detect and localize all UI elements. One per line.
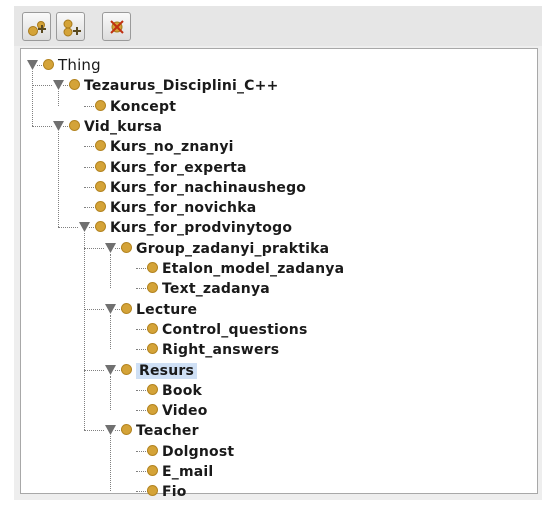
class-icon xyxy=(147,262,158,273)
tree-connector xyxy=(84,430,104,432)
tree-node[interactable]: Kurs_for_experta xyxy=(95,157,247,177)
tree-node-label: Video xyxy=(162,403,208,420)
tree-node-label: Group_zadanyi_praktika xyxy=(136,240,330,257)
collapse-toggle-icon[interactable] xyxy=(53,120,65,132)
tree-node-label: Vid_kursa xyxy=(84,118,163,135)
tree-connector xyxy=(32,125,52,127)
tree-node[interactable]: Kurs_for_prodvinytogo xyxy=(95,217,292,237)
tree-node[interactable]: Koncept xyxy=(95,96,176,116)
tree-node-label: Resurs xyxy=(136,362,198,379)
tree-node[interactable]: Vid_kursa xyxy=(69,116,162,136)
tree-connector xyxy=(32,85,52,87)
tree-node-label: Kurs_for_novichka xyxy=(110,200,257,217)
class-icon xyxy=(147,282,158,294)
tree-node[interactable]: Teacher xyxy=(121,420,199,440)
class-icon xyxy=(147,404,158,416)
tree-node[interactable]: Etalon_model_zadanya xyxy=(147,258,344,278)
tree-connector xyxy=(58,227,78,229)
tree-node-label: Kurs_for_experta xyxy=(110,159,247,176)
tree-guide-line xyxy=(84,233,85,431)
class-tree-panel: Thing Tezaurus_Disciplini_C++ Koncept Vid_k… xyxy=(20,48,538,500)
class-icon xyxy=(69,119,80,131)
class-icon xyxy=(121,241,132,253)
class-icon xyxy=(147,485,158,497)
tree-node-label: E_mail xyxy=(162,464,214,480)
collapse-toggle-icon[interactable] xyxy=(105,424,117,436)
class-tree: Thing Tezaurus_Disciplini_C++ Koncept Vid_k… xyxy=(21,49,537,500)
add-sibling-button[interactable] xyxy=(56,12,85,41)
tree-guide-line xyxy=(32,71,33,126)
tree-node-label: Book xyxy=(162,382,203,399)
tree-guide-line xyxy=(110,375,111,411)
tree-node[interactable]: Group_zadanyi_praktika xyxy=(121,238,329,258)
class-icon xyxy=(43,59,54,70)
class-icon xyxy=(147,383,158,395)
tree-connector xyxy=(84,308,104,310)
tree-node-label: Kurs_for_prodvinytogo xyxy=(110,220,293,237)
collapse-toggle-icon[interactable] xyxy=(27,59,39,71)
tree-guide-line xyxy=(110,314,111,350)
class-icon xyxy=(95,160,106,172)
tree-node-label: Lecture xyxy=(136,301,198,318)
tree-connector xyxy=(84,369,104,371)
tree-node[interactable]: Right_answers xyxy=(147,339,279,359)
class-icon xyxy=(69,79,80,91)
toolbar xyxy=(14,6,542,46)
tree-node-label: Control_questions xyxy=(162,321,308,338)
add-subclass-button[interactable] xyxy=(22,12,51,41)
collapse-toggle-icon[interactable] xyxy=(105,303,117,315)
tree-node-label: Koncept xyxy=(110,98,177,115)
class-icon xyxy=(95,99,106,111)
tree-connector xyxy=(84,247,104,249)
tree-node[interactable]: Kurs_no_znanyi xyxy=(95,136,234,156)
tree-node[interactable]: Fio xyxy=(147,481,187,501)
tree-node[interactable]: Kurs_for_nachinaushego xyxy=(95,177,306,197)
class-icon xyxy=(121,363,132,375)
tree-node-label: Teacher xyxy=(136,423,199,440)
tree-guide-line xyxy=(58,91,59,106)
class-icon xyxy=(147,343,158,355)
class-hierarchy-window: Thing Tezaurus_Disciplini_C++ Koncept Vid_k… xyxy=(14,6,542,500)
add-subclass-icon xyxy=(28,21,46,36)
tree-node[interactable]: Kurs_for_novichka xyxy=(95,197,256,217)
tree-node[interactable]: Book xyxy=(147,380,202,400)
tree-guide-line xyxy=(110,253,111,289)
collapse-toggle-icon[interactable] xyxy=(105,242,117,254)
collapse-toggle-icon[interactable] xyxy=(79,221,91,233)
class-icon xyxy=(121,424,132,436)
tree-node[interactable]: Tezaurus_Disciplini_C++ xyxy=(69,75,279,95)
delete-class-button[interactable] xyxy=(102,12,131,41)
tree-node-label: Text_zadanya xyxy=(162,281,270,298)
tree-node-label: Right_answers xyxy=(162,342,280,359)
add-sibling-icon xyxy=(63,19,81,37)
delete-class-icon xyxy=(110,20,124,34)
class-icon xyxy=(121,302,132,314)
tree-node-label: Dolgnost xyxy=(162,443,235,460)
tree-node[interactable]: Video xyxy=(147,400,208,420)
tree-node[interactable]: Dolgnost xyxy=(147,441,234,461)
tree-node[interactable]: Control_questions xyxy=(147,319,308,339)
tree-node-label: Tezaurus_Disciplini_C++ xyxy=(84,78,279,95)
class-icon xyxy=(147,322,158,334)
collapse-toggle-icon[interactable] xyxy=(105,364,117,376)
tree-node[interactable]: E_mail xyxy=(147,461,213,481)
tree-node[interactable]: Lecture xyxy=(121,299,197,319)
class-icon xyxy=(147,444,158,456)
tree-node-label: Etalon_model_zadanya xyxy=(162,261,345,277)
tree-node-label: Fio xyxy=(162,484,187,501)
tree-node[interactable]: Text_zadanya xyxy=(147,278,270,298)
class-icon xyxy=(95,180,106,192)
class-icon xyxy=(95,201,106,213)
tree-node-label: Kurs_for_nachinaushego xyxy=(110,179,307,196)
tree-node[interactable]: Resurs xyxy=(121,360,198,380)
tree-node-label: Thing xyxy=(58,56,101,74)
class-icon xyxy=(147,465,158,476)
tree-node[interactable]: Thing xyxy=(43,55,101,75)
tree-guide-line xyxy=(110,436,111,492)
tree-guide-line xyxy=(58,131,59,228)
class-icon xyxy=(95,221,106,233)
class-icon xyxy=(95,140,106,152)
collapse-toggle-icon[interactable] xyxy=(53,79,65,91)
tree-node-label: Kurs_no_znanyi xyxy=(110,139,234,156)
